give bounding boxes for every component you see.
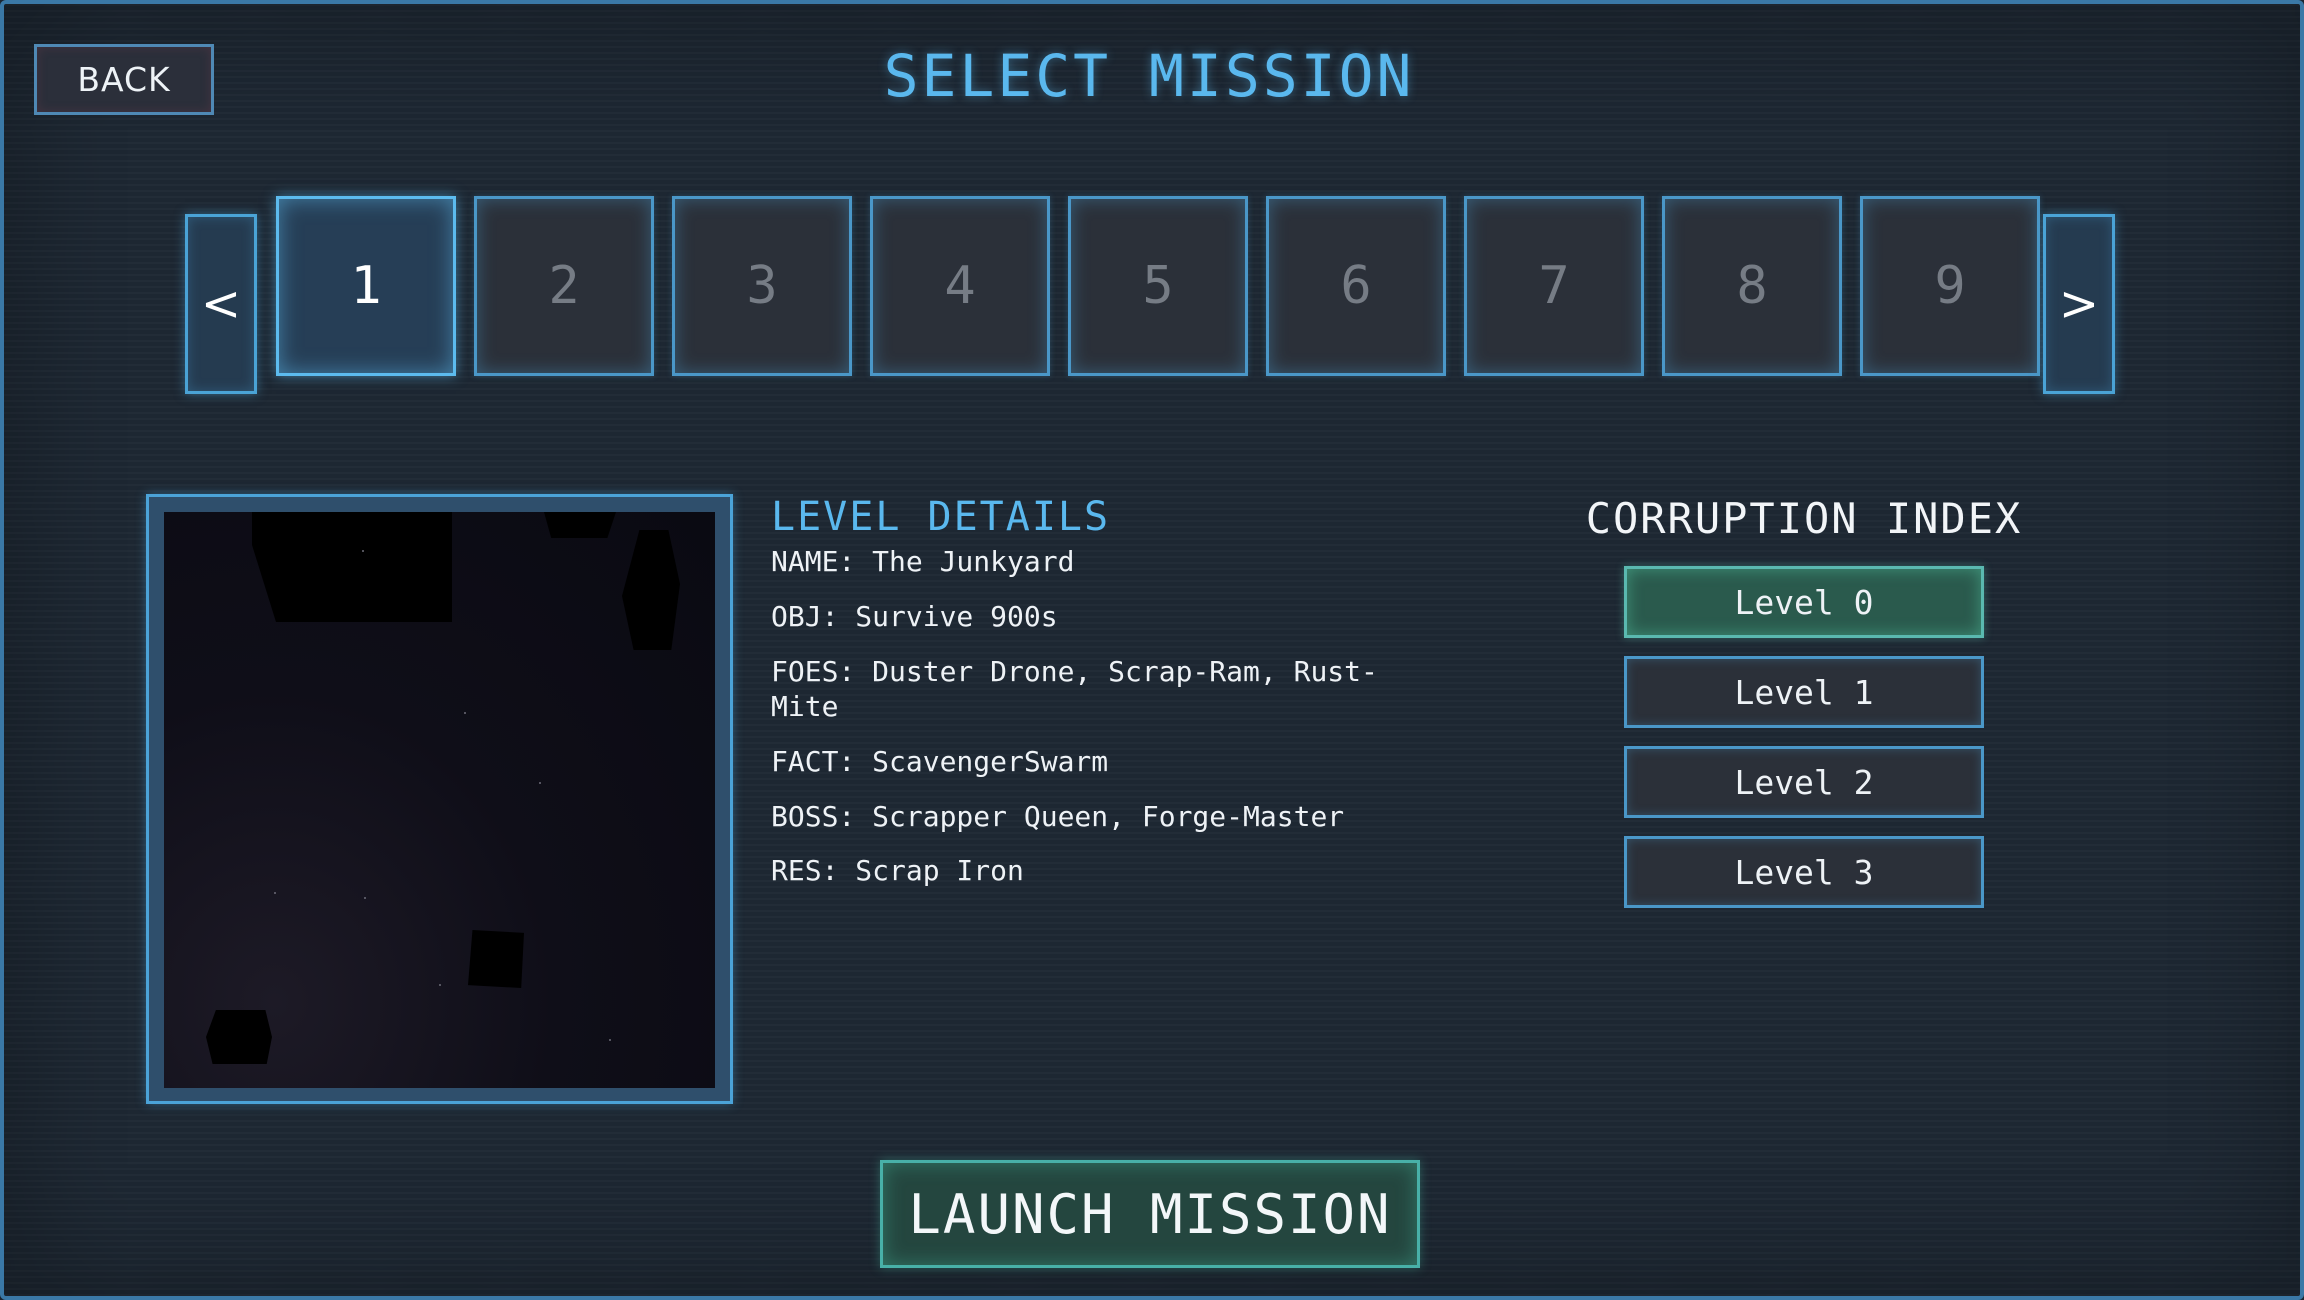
debris-shape: [206, 1010, 272, 1064]
corruption-level-3-button[interactable]: Level 3: [1624, 836, 1984, 908]
mission-tile-3[interactable]: 3: [672, 196, 852, 376]
star: [274, 892, 276, 894]
star: [439, 984, 441, 986]
level-name: NAME: The Junkyard: [771, 545, 1075, 578]
corruption-level-1-button[interactable]: Level 1: [1624, 656, 1984, 728]
next-page-button[interactable]: >: [2043, 214, 2115, 394]
debris-shape: [544, 512, 616, 538]
level-preview-image: [164, 512, 715, 1088]
star: [362, 550, 364, 552]
debris-shape: [622, 530, 680, 650]
level-faction: FACT: ScavengerSwarm: [771, 745, 1109, 778]
debris-shape: [468, 930, 524, 988]
page-title: SELECT MISSION: [883, 42, 1415, 110]
star: [539, 782, 541, 784]
chevron-right-icon: >: [2058, 276, 2100, 332]
debris-shape: [252, 512, 452, 622]
mission-tile-4[interactable]: 4: [870, 196, 1050, 376]
corruption-level-2-button[interactable]: Level 2: [1624, 746, 1984, 818]
mission-select-screen: BACK SELECT MISSION < 1 2 3 4 5 6 7 8 9 …: [0, 0, 2304, 1300]
level-bosses: BOSS: Scrapper Queen, Forge-Master: [771, 800, 1345, 833]
chevron-left-icon: <: [200, 276, 242, 332]
mission-tile-8[interactable]: 8: [1662, 196, 1842, 376]
mission-tile-1[interactable]: 1: [276, 196, 456, 376]
mission-tile-9[interactable]: 9: [1860, 196, 2040, 376]
previous-page-button[interactable]: <: [185, 214, 257, 394]
corruption-index-heading: CORRUPTION INDEX: [1585, 494, 2023, 543]
mission-tile-2[interactable]: 2: [474, 196, 654, 376]
launch-mission-button[interactable]: LAUNCH MISSION: [880, 1160, 1420, 1268]
level-resources: RES: Scrap Iron: [771, 854, 1024, 887]
star: [464, 712, 466, 714]
level-objective: OBJ: Survive 900s: [771, 600, 1058, 633]
level-preview-frame: [146, 494, 733, 1104]
mission-tile-5[interactable]: 5: [1068, 196, 1248, 376]
level-foes: FOES: Duster Drone, Scrap-Ram, Rust-Mite: [771, 655, 1378, 723]
mission-tile-6[interactable]: 6: [1266, 196, 1446, 376]
level-details-heading: LEVEL DETAILS: [771, 494, 1111, 540]
star: [609, 1039, 611, 1041]
star: [364, 897, 366, 899]
mission-tile-7[interactable]: 7: [1464, 196, 1644, 376]
corruption-level-0-button[interactable]: Level 0: [1624, 566, 1984, 638]
